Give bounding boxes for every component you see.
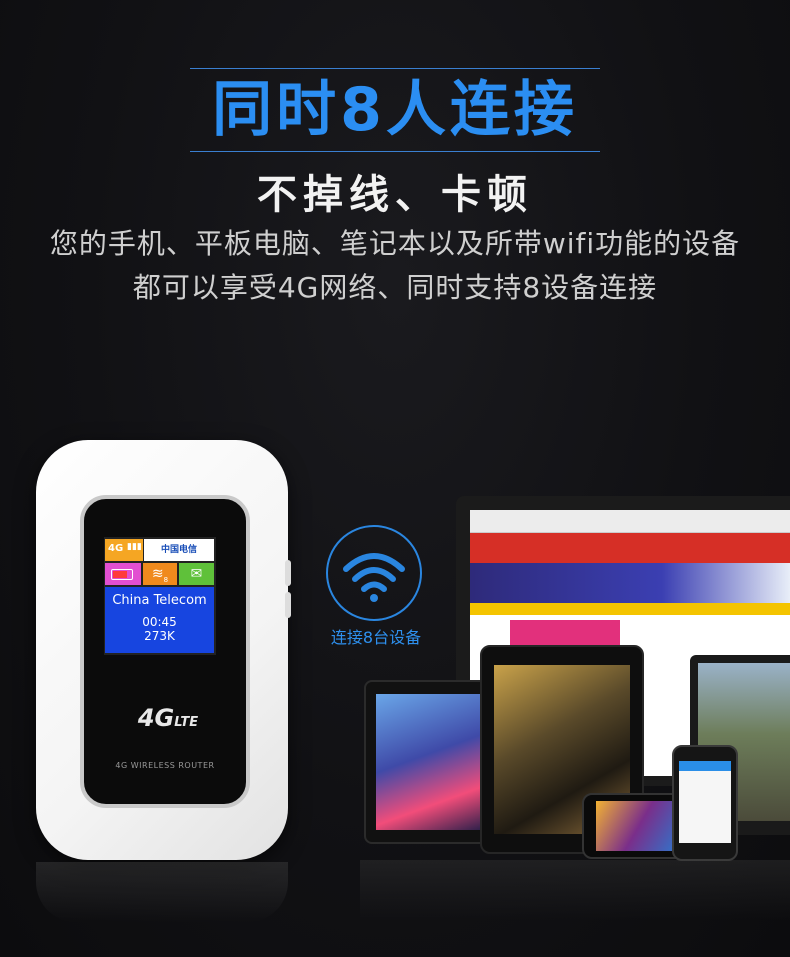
network-badge: 4G	[108, 543, 124, 554]
carrier-logo: 中国电信	[144, 539, 214, 561]
wifi-badge	[326, 525, 422, 621]
mifi-router: 4G ▮▮▮ 中国电信 ≋8 ✉ China Telecom 00:45 273…	[36, 440, 291, 860]
shop-banner	[470, 563, 790, 603]
envelope-icon: ✉	[190, 566, 203, 582]
wifi-small-icon: ≋	[151, 566, 164, 582]
headline: 同时8人连接	[212, 75, 578, 145]
signal-bars-icon: ▮▮▮	[127, 542, 142, 552]
phone-portrait	[672, 745, 738, 861]
subhead: 不掉线、卡顿	[257, 172, 533, 218]
browser-toolbar	[470, 510, 790, 533]
phone-portrait-screen	[679, 761, 731, 843]
status-panel: China Telecom 00:45 273K	[105, 587, 214, 653]
router-screen: 4G ▮▮▮ 中国电信 ≋8 ✉ China Telecom 00:45 273…	[104, 537, 216, 655]
data-usage: 273K	[144, 629, 175, 643]
headline-frame: 同时8人连接	[190, 68, 600, 152]
router-face: 4G ▮▮▮ 中国电信 ≋8 ✉ China Telecom 00:45 273…	[80, 495, 250, 808]
wifi-tile: ≋8	[143, 563, 177, 585]
router-4g-logo: 4GLTE	[128, 704, 208, 732]
logo-lte-text: LTE	[174, 715, 199, 730]
signal-tile: 4G ▮▮▮	[105, 539, 143, 561]
wifi-caption: 连接8台设备	[330, 628, 422, 647]
description-line-2: 都可以享受4G网络、同时支持8设备连接	[132, 271, 658, 304]
shop-header	[470, 533, 790, 563]
router-caption: 4G WIRELESS ROUTER	[115, 761, 215, 770]
tablet-small-screen	[376, 694, 484, 830]
operator-name: China Telecom	[112, 593, 207, 608]
tablet-small	[364, 680, 496, 844]
phone-landscape-screen	[596, 801, 682, 851]
phone-app-bar	[679, 761, 731, 771]
wifi-client-count: 8	[163, 575, 169, 584]
description-line-1: 您的手机、平板电脑、笔记本以及所带wifi功能的设备	[49, 227, 741, 260]
connection-time: 00:45	[142, 615, 177, 629]
battery-icon	[111, 569, 133, 580]
router-power-button	[285, 560, 291, 586]
router-side-button	[285, 592, 291, 618]
devices-reflection	[360, 860, 790, 920]
shop-nav-bar	[470, 603, 790, 615]
wifi-icon	[343, 553, 405, 602]
router-reflection	[36, 862, 288, 922]
carrier-logo-text: 中国电信	[160, 545, 197, 555]
message-tile: ✉	[179, 563, 214, 585]
battery-tile	[105, 563, 141, 585]
logo-4g-text: 4G	[137, 704, 175, 732]
